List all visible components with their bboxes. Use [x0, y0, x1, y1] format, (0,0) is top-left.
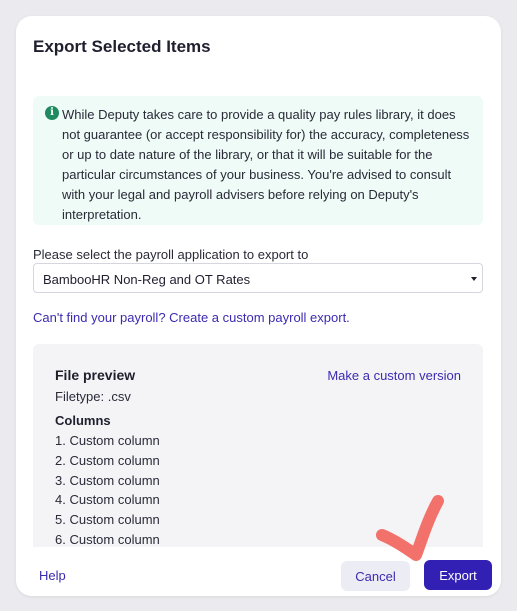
help-button[interactable]: Help	[39, 568, 66, 583]
export-button[interactable]: Export	[424, 560, 492, 590]
disclaimer-text: While Deputy takes care to provide a qua…	[62, 107, 470, 222]
columns-heading: Columns	[55, 413, 111, 428]
column-item: 5. Custom column	[55, 512, 160, 528]
columns-list: 1. Custom column 2. Custom column 3. Cus…	[55, 431, 160, 550]
info-icon: i	[45, 106, 59, 120]
export-dialog: Export Selected Items i While Deputy tak…	[16, 16, 501, 596]
filetype-label: Filetype: .csv	[55, 389, 131, 404]
payroll-select[interactable]: BambooHR Non-Reg and OT Rates	[33, 263, 483, 293]
payroll-select-label: Please select the payroll application to…	[33, 247, 309, 262]
column-item: 3. Custom column	[55, 472, 160, 488]
payroll-select-value: BambooHR Non-Reg and OT Rates	[43, 272, 251, 287]
column-item: 2. Custom column	[55, 452, 160, 468]
disclaimer-notice: i While Deputy takes care to provide a q…	[33, 96, 483, 225]
dialog-footer: Help Cancel Export	[16, 547, 501, 596]
make-custom-version-link[interactable]: Make a custom version	[327, 368, 461, 383]
column-item: 4. Custom column	[55, 492, 160, 508]
cancel-button[interactable]: Cancel	[341, 561, 410, 591]
dialog-title: Export Selected Items	[33, 37, 211, 56]
file-preview-title: File preview	[55, 367, 136, 383]
column-item: 1. Custom column	[55, 433, 160, 448]
caret-down-icon	[471, 277, 477, 281]
create-custom-export-link[interactable]: Can't find your payroll? Create a custom…	[33, 310, 350, 325]
